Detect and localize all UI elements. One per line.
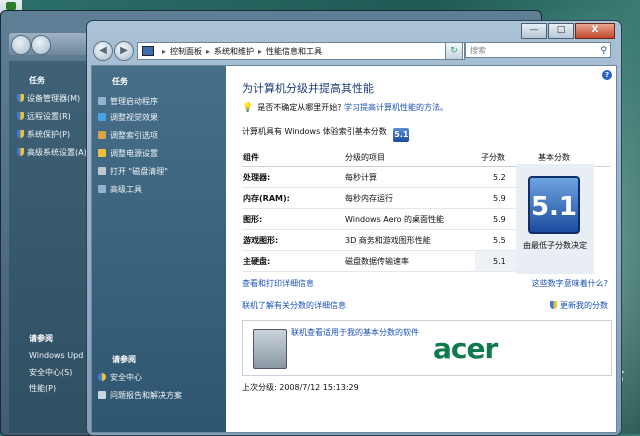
minimize-button[interactable]: — xyxy=(521,23,547,39)
performance-window[interactable]: — □ X ◀ ▶ ▸ 控制面板 ▸ 系统和维护 ▸ 性能信息和工具 ▾ ↻ 搜… xyxy=(86,20,622,436)
task-device-manager[interactable]: 设备管理器(M) xyxy=(17,93,80,104)
computer-icon xyxy=(142,46,154,56)
breadcrumb-performance[interactable]: 性能信息和工具 xyxy=(266,46,322,57)
breadcrumb-control-panel[interactable]: 控制面板 xyxy=(170,46,202,57)
base-score-text: 计算机具有 Windows 体验索引基本分数 xyxy=(242,127,387,136)
chevron-right-icon: ▸ xyxy=(162,46,167,56)
chevron-right-icon: ▸ xyxy=(206,46,211,56)
component-cell: 游戏图形: xyxy=(242,229,344,251)
learn-performance-link[interactable]: 学习提高计算机性能的方法。 xyxy=(344,103,448,112)
base-score-line: 计算机具有 Windows 体验索引基本分数 5.1 xyxy=(242,126,410,142)
sidebar-item-power-settings[interactable]: 调整电源设置 xyxy=(98,148,158,159)
power-icon xyxy=(98,149,106,157)
tasks-header: 任务 xyxy=(112,77,128,86)
address-bar[interactable]: ▸ 控制面板 ▸ 系统和维护 ▸ 性能信息和工具 ▾ xyxy=(137,42,465,60)
computer-icon xyxy=(253,329,287,369)
sidebar-item-disk-cleanup[interactable]: 打开 "磁盘清理" xyxy=(98,166,168,177)
see-also-security-center[interactable]: 安全中心 xyxy=(98,372,142,383)
back-icon xyxy=(11,35,31,55)
background-sidebar: 任务 设备管理器(M) 远程设置(R) 系统保护(P) 高级系统设置(A) 请参… xyxy=(9,61,91,433)
shield-icon xyxy=(17,94,24,102)
help-icon[interactable]: ? xyxy=(602,70,612,80)
update-score-link[interactable]: 更新我的分数 xyxy=(550,300,608,311)
see-also-security-center[interactable]: 安全中心(S) xyxy=(29,367,72,378)
rated-item-cell: 磁盘数据传输速率 xyxy=(344,250,475,272)
component-cell: 处理器: xyxy=(242,166,344,188)
see-also-performance[interactable]: 性能(P) xyxy=(29,383,56,394)
forward-button[interactable]: ▶ xyxy=(114,41,134,61)
view-print-details-link[interactable]: 查看和打印详细信息 xyxy=(242,278,314,289)
what-numbers-mean-link[interactable]: 这些数字意味着什么? xyxy=(532,278,608,289)
search-icon[interactable]: ⚲ xyxy=(600,43,607,59)
window-body: 任务 管理启动程序 调整视觉效果 调整索引选项 调整电源设置 打开 "磁盘清理"… xyxy=(91,65,617,433)
search-placeholder: 搜索 xyxy=(470,46,486,55)
back-button[interactable]: ◀ xyxy=(93,41,113,61)
see-also-windows-update[interactable]: Windows Upd xyxy=(29,351,83,360)
startup-icon xyxy=(98,97,106,105)
sidebar-item-startup-programs[interactable]: 管理启动程序 xyxy=(98,96,158,107)
rated-item-cell: Windows Aero 的桌面性能 xyxy=(344,208,475,230)
shield-icon xyxy=(17,130,24,138)
sidebar-item-indexing-options[interactable]: 调整索引选项 xyxy=(98,130,158,141)
task-remote-settings[interactable]: 远程设置(R) xyxy=(17,111,71,122)
page-title: 为计算机分级并提高其性能 xyxy=(242,82,374,95)
tip-text: 是否不确定从哪里开始? xyxy=(257,103,342,112)
rated-item-cell: 3D 商务和游戏图形性能 xyxy=(344,229,475,251)
shield-icon xyxy=(550,301,557,309)
base-score-large-badge: 5.1 xyxy=(528,176,580,234)
task-sidebar: 任务 管理启动程序 调整视觉效果 调整索引选项 调整电源设置 打开 "磁盘清理"… xyxy=(92,66,226,432)
breadcrumb-system-maintenance[interactable]: 系统和维护 xyxy=(214,46,254,57)
sidebar-item-visual-effects[interactable]: 调整视觉效果 xyxy=(98,112,158,123)
component-cell: 图形: xyxy=(242,208,344,230)
visual-effects-icon xyxy=(98,113,106,121)
learn-scores-online-link[interactable]: 联机了解有关分数的详细信息 xyxy=(242,300,346,311)
task-system-protection[interactable]: 系统保护(P) xyxy=(17,129,70,140)
security-center-icon xyxy=(98,373,106,381)
forward-icon xyxy=(31,35,51,55)
brand-logo: acer xyxy=(433,332,498,365)
close-button[interactable]: X xyxy=(575,23,615,39)
task-advanced-settings[interactable]: 高级系统设置(A) xyxy=(17,147,87,158)
refresh-button[interactable]: ↻ xyxy=(445,42,463,60)
tip-line: 💡 是否不确定从哪里开始? 学习提高计算机性能的方法。 xyxy=(242,102,448,113)
see-also-header: 请参阅 xyxy=(112,355,136,364)
tasks-header: 任务 xyxy=(29,76,45,85)
software-promo-box: 联机查看适用于我的基本分数的软件 acer xyxy=(242,320,612,376)
tools-icon xyxy=(98,185,106,193)
base-score-caption: 由最低子分数决定 xyxy=(523,241,587,250)
view-software-link[interactable]: 联机查看适用于我的基本分数的软件 xyxy=(291,327,419,338)
sidebar-item-advanced-tools[interactable]: 高级工具 xyxy=(98,184,142,195)
rated-item-cell: 每秒计算 xyxy=(344,166,475,188)
chevron-right-icon: ▸ xyxy=(258,46,263,56)
navigation-bar: ◀ ▶ ▸ 控制面板 ▸ 系统和维护 ▸ 性能信息和工具 ▾ ↻ 搜索 ⚲ xyxy=(93,41,613,61)
lightbulb-icon: 💡 xyxy=(242,103,254,113)
search-input[interactable]: 搜索 ⚲ xyxy=(465,42,611,58)
see-also-problem-reports[interactable]: 问题报告和解决方案 xyxy=(98,390,182,401)
header-component: 组件 xyxy=(242,148,344,167)
index-icon xyxy=(98,131,106,139)
maximize-button[interactable]: □ xyxy=(548,23,574,39)
content-pane: ? 为计算机分级并提高其性能 💡 是否不确定从哪里开始? 学习提高计算机性能的方法… xyxy=(226,66,616,432)
disk-cleanup-icon xyxy=(98,167,106,175)
component-cell: 主硬盘: xyxy=(242,250,344,272)
shield-icon xyxy=(17,112,24,120)
component-cell: 内存(RAM): xyxy=(242,187,344,209)
last-rated: 上次分级: 2008/7/12 15:13:29 xyxy=(242,383,359,392)
window-controls: — □ X xyxy=(520,23,615,39)
base-score-panel: 5.1 由最低子分数决定 xyxy=(516,164,594,274)
shield-icon xyxy=(17,148,24,156)
base-score-badge: 5.1 xyxy=(393,128,410,142)
rated-item-cell: 每秒内存运行 xyxy=(344,187,475,209)
header-rated-item: 分级的项目 xyxy=(344,148,475,167)
see-also-header: 请参阅 xyxy=(29,334,53,343)
problem-reports-icon xyxy=(98,391,106,399)
